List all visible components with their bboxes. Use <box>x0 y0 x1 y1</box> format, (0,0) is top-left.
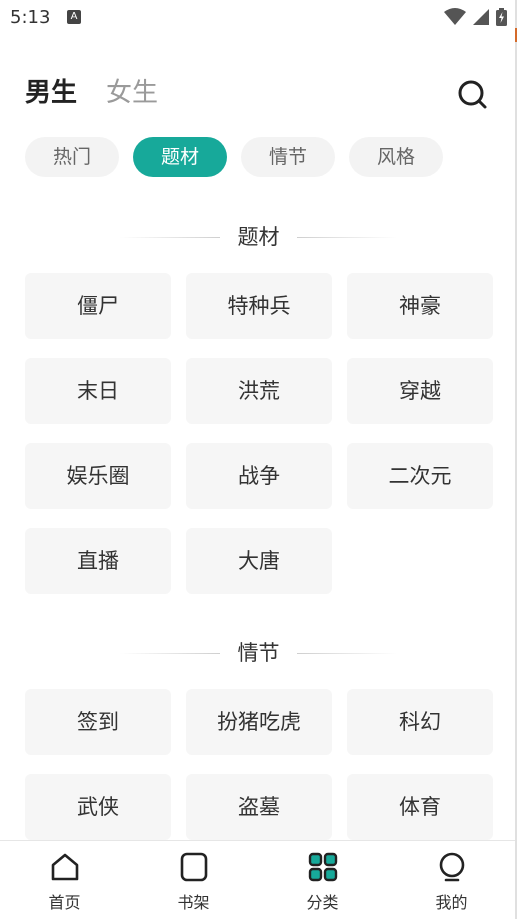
battery-icon <box>496 8 507 26</box>
category-item[interactable]: 洪荒 <box>186 358 332 424</box>
category-item[interactable]: 二次元 <box>347 443 493 509</box>
signal-icon <box>473 9 489 25</box>
profile-icon <box>439 852 465 882</box>
status-time: 5:13 <box>10 7 51 28</box>
top-header: 男生 女生 <box>0 70 517 116</box>
category-item[interactable]: 体育 <box>347 774 493 840</box>
nav-home[interactable]: 首页 <box>0 841 129 920</box>
chip-plot[interactable]: 情节 <box>241 137 335 177</box>
section-header-plot: 情节 <box>0 635 517 671</box>
status-bar: 5:13 A <box>0 0 517 36</box>
chip-hot[interactable]: 热门 <box>25 137 119 177</box>
search-icon[interactable] <box>456 78 488 110</box>
bottom-nav: 首页 书架 分类 我的 <box>0 840 517 920</box>
notification-a-icon: A <box>67 10 81 24</box>
nav-profile[interactable]: 我的 <box>387 841 516 920</box>
nav-label: 我的 <box>435 893 468 912</box>
section-title: 题材 <box>237 225 280 249</box>
bookshelf-icon <box>180 852 208 882</box>
chip-theme[interactable]: 题材 <box>133 137 227 177</box>
category-item[interactable]: 特种兵 <box>186 273 332 339</box>
wifi-icon <box>444 8 466 25</box>
section-header-theme: 题材 <box>0 219 517 255</box>
category-item[interactable]: 战争 <box>186 443 332 509</box>
category-item[interactable]: 直播 <box>25 528 171 594</box>
nav-category[interactable]: 分类 <box>258 841 387 920</box>
category-item[interactable]: 神豪 <box>347 273 493 339</box>
nav-label: 分类 <box>306 893 339 912</box>
tab-female[interactable]: 女生 <box>106 70 158 116</box>
status-icons <box>444 8 507 26</box>
category-chips: 热门 题材 情节 风格 <box>25 137 443 177</box>
category-item[interactable]: 穿越 <box>347 358 493 424</box>
category-item[interactable]: 娱乐圈 <box>25 443 171 509</box>
category-content[interactable]: 题材 僵尸 特种兵 神豪 末日 洪荒 穿越 娱乐圈 战争 二次元 直播 大唐 情… <box>0 195 517 840</box>
category-item[interactable]: 末日 <box>25 358 171 424</box>
nav-label: 首页 <box>48 893 81 912</box>
section-divider-right <box>297 653 397 654</box>
category-item[interactable]: 武侠 <box>25 774 171 840</box>
section-divider-right <box>297 237 397 238</box>
category-item[interactable]: 签到 <box>25 689 171 755</box>
chip-style[interactable]: 风格 <box>349 137 443 177</box>
tab-male[interactable]: 男生 <box>25 70 77 116</box>
category-icon <box>308 852 338 882</box>
nav-label: 书架 <box>177 893 210 912</box>
nav-bookshelf[interactable]: 书架 <box>129 841 258 920</box>
category-item[interactable]: 扮猪吃虎 <box>186 689 332 755</box>
section-title: 情节 <box>237 641 280 665</box>
category-item[interactable]: 盗墓 <box>186 774 332 840</box>
category-item[interactable]: 大唐 <box>186 528 332 594</box>
category-item[interactable]: 僵尸 <box>25 273 171 339</box>
category-item[interactable]: 科幻 <box>347 689 493 755</box>
home-icon <box>51 853 79 881</box>
